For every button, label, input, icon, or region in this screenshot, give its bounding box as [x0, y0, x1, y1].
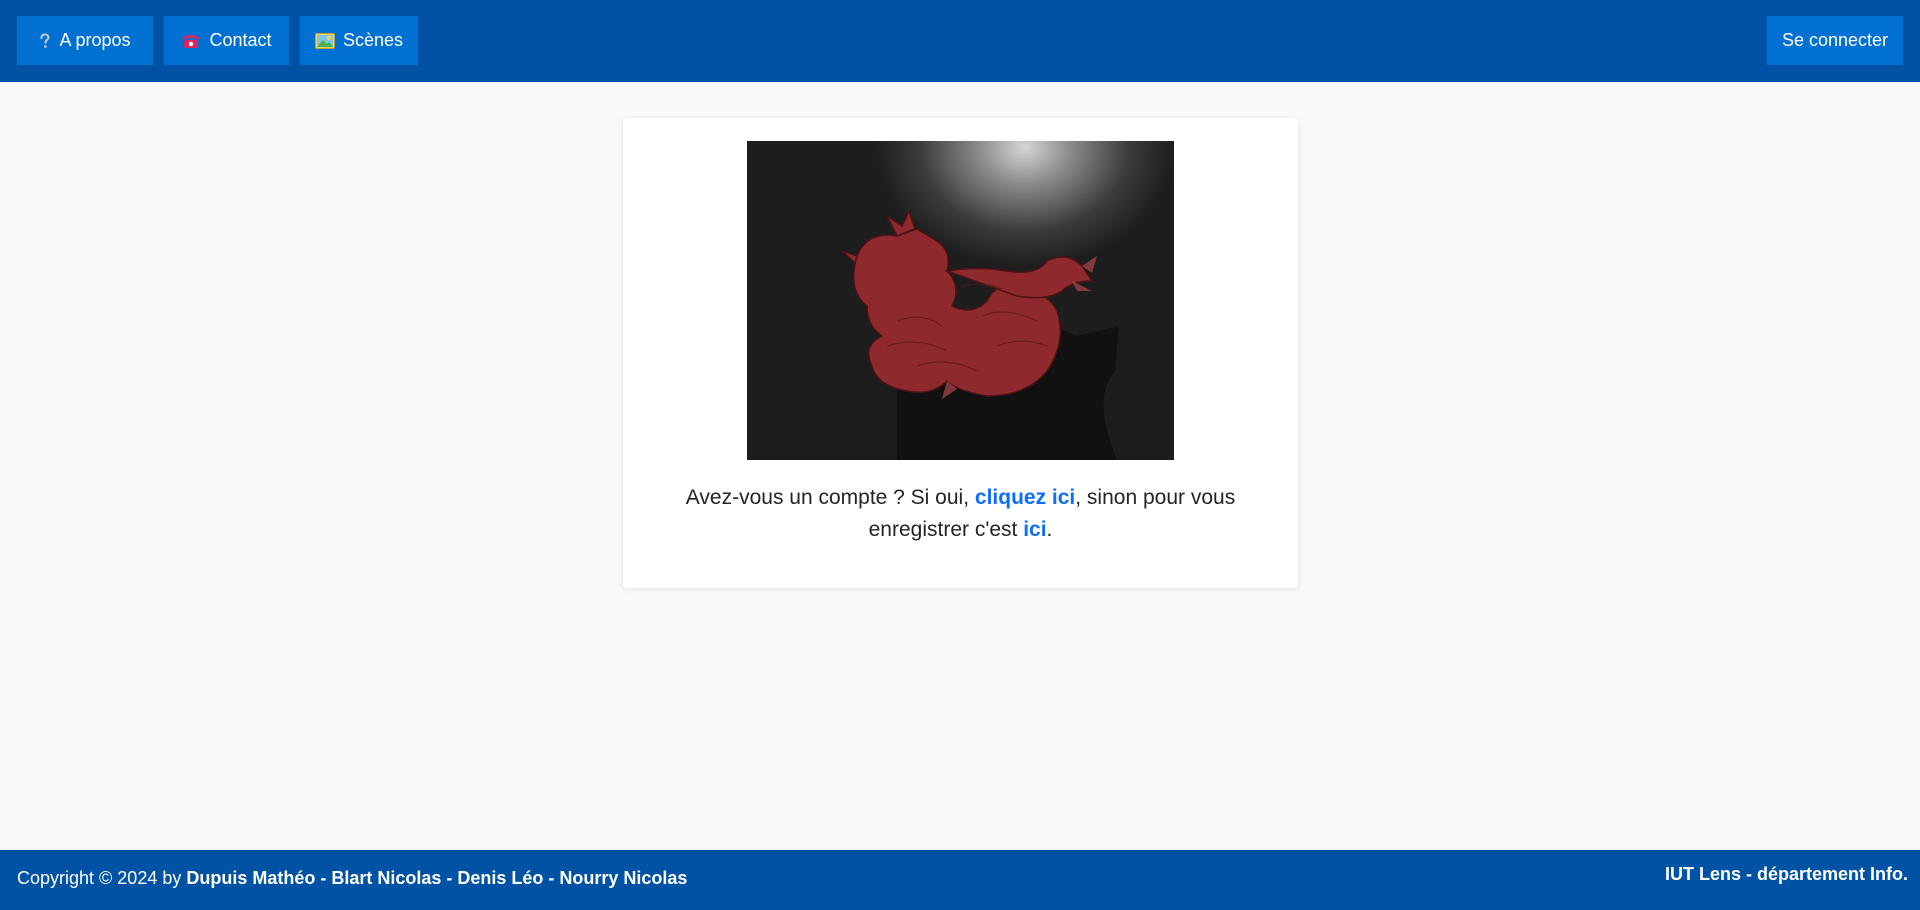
scenes-label: Scènes	[342, 30, 404, 50]
copyright-prefix: Copyright © 2024 by	[17, 868, 187, 888]
register-link[interactable]: ici	[1023, 518, 1046, 541]
question-mark-icon	[39, 32, 51, 49]
authors: Dupuis Mathéo - Blart Nicolas - Denis Lé…	[186, 868, 688, 888]
login-link[interactable]: cliquez ici	[975, 486, 1075, 509]
institution: IUT Lens - département Info.	[1664, 864, 1908, 884]
account-prompt: Avez-vous un compte ? Si oui, cliquez ic…	[653, 482, 1268, 546]
prompt-text-before: Avez-vous un compte ? Si oui,	[685, 486, 975, 509]
telephone-icon	[181, 33, 201, 49]
contact-button[interactable]: Contact	[164, 16, 289, 65]
about-label: A propos	[59, 30, 131, 50]
contact-label: Contact	[209, 30, 272, 50]
navbar: A propos Contact Scènes Se connecter	[0, 0, 1920, 82]
dragon-render-image	[747, 141, 1174, 460]
copyright: Copyright © 2024 by Dupuis Mathéo - Blar…	[17, 868, 687, 889]
login-button[interactable]: Se connecter	[1767, 16, 1903, 65]
landscape-picture-icon	[314, 32, 335, 49]
footer: Copyright © 2024 by Dupuis Mathéo - Blar…	[0, 850, 1920, 910]
login-label: Se connecter	[1781, 30, 1889, 50]
about-button[interactable]: A propos	[17, 16, 153, 65]
scenes-button[interactable]: Scènes	[300, 16, 418, 65]
prompt-text-after: .	[1046, 518, 1053, 541]
welcome-card: Avez-vous un compte ? Si oui, cliquez ic…	[623, 118, 1298, 588]
